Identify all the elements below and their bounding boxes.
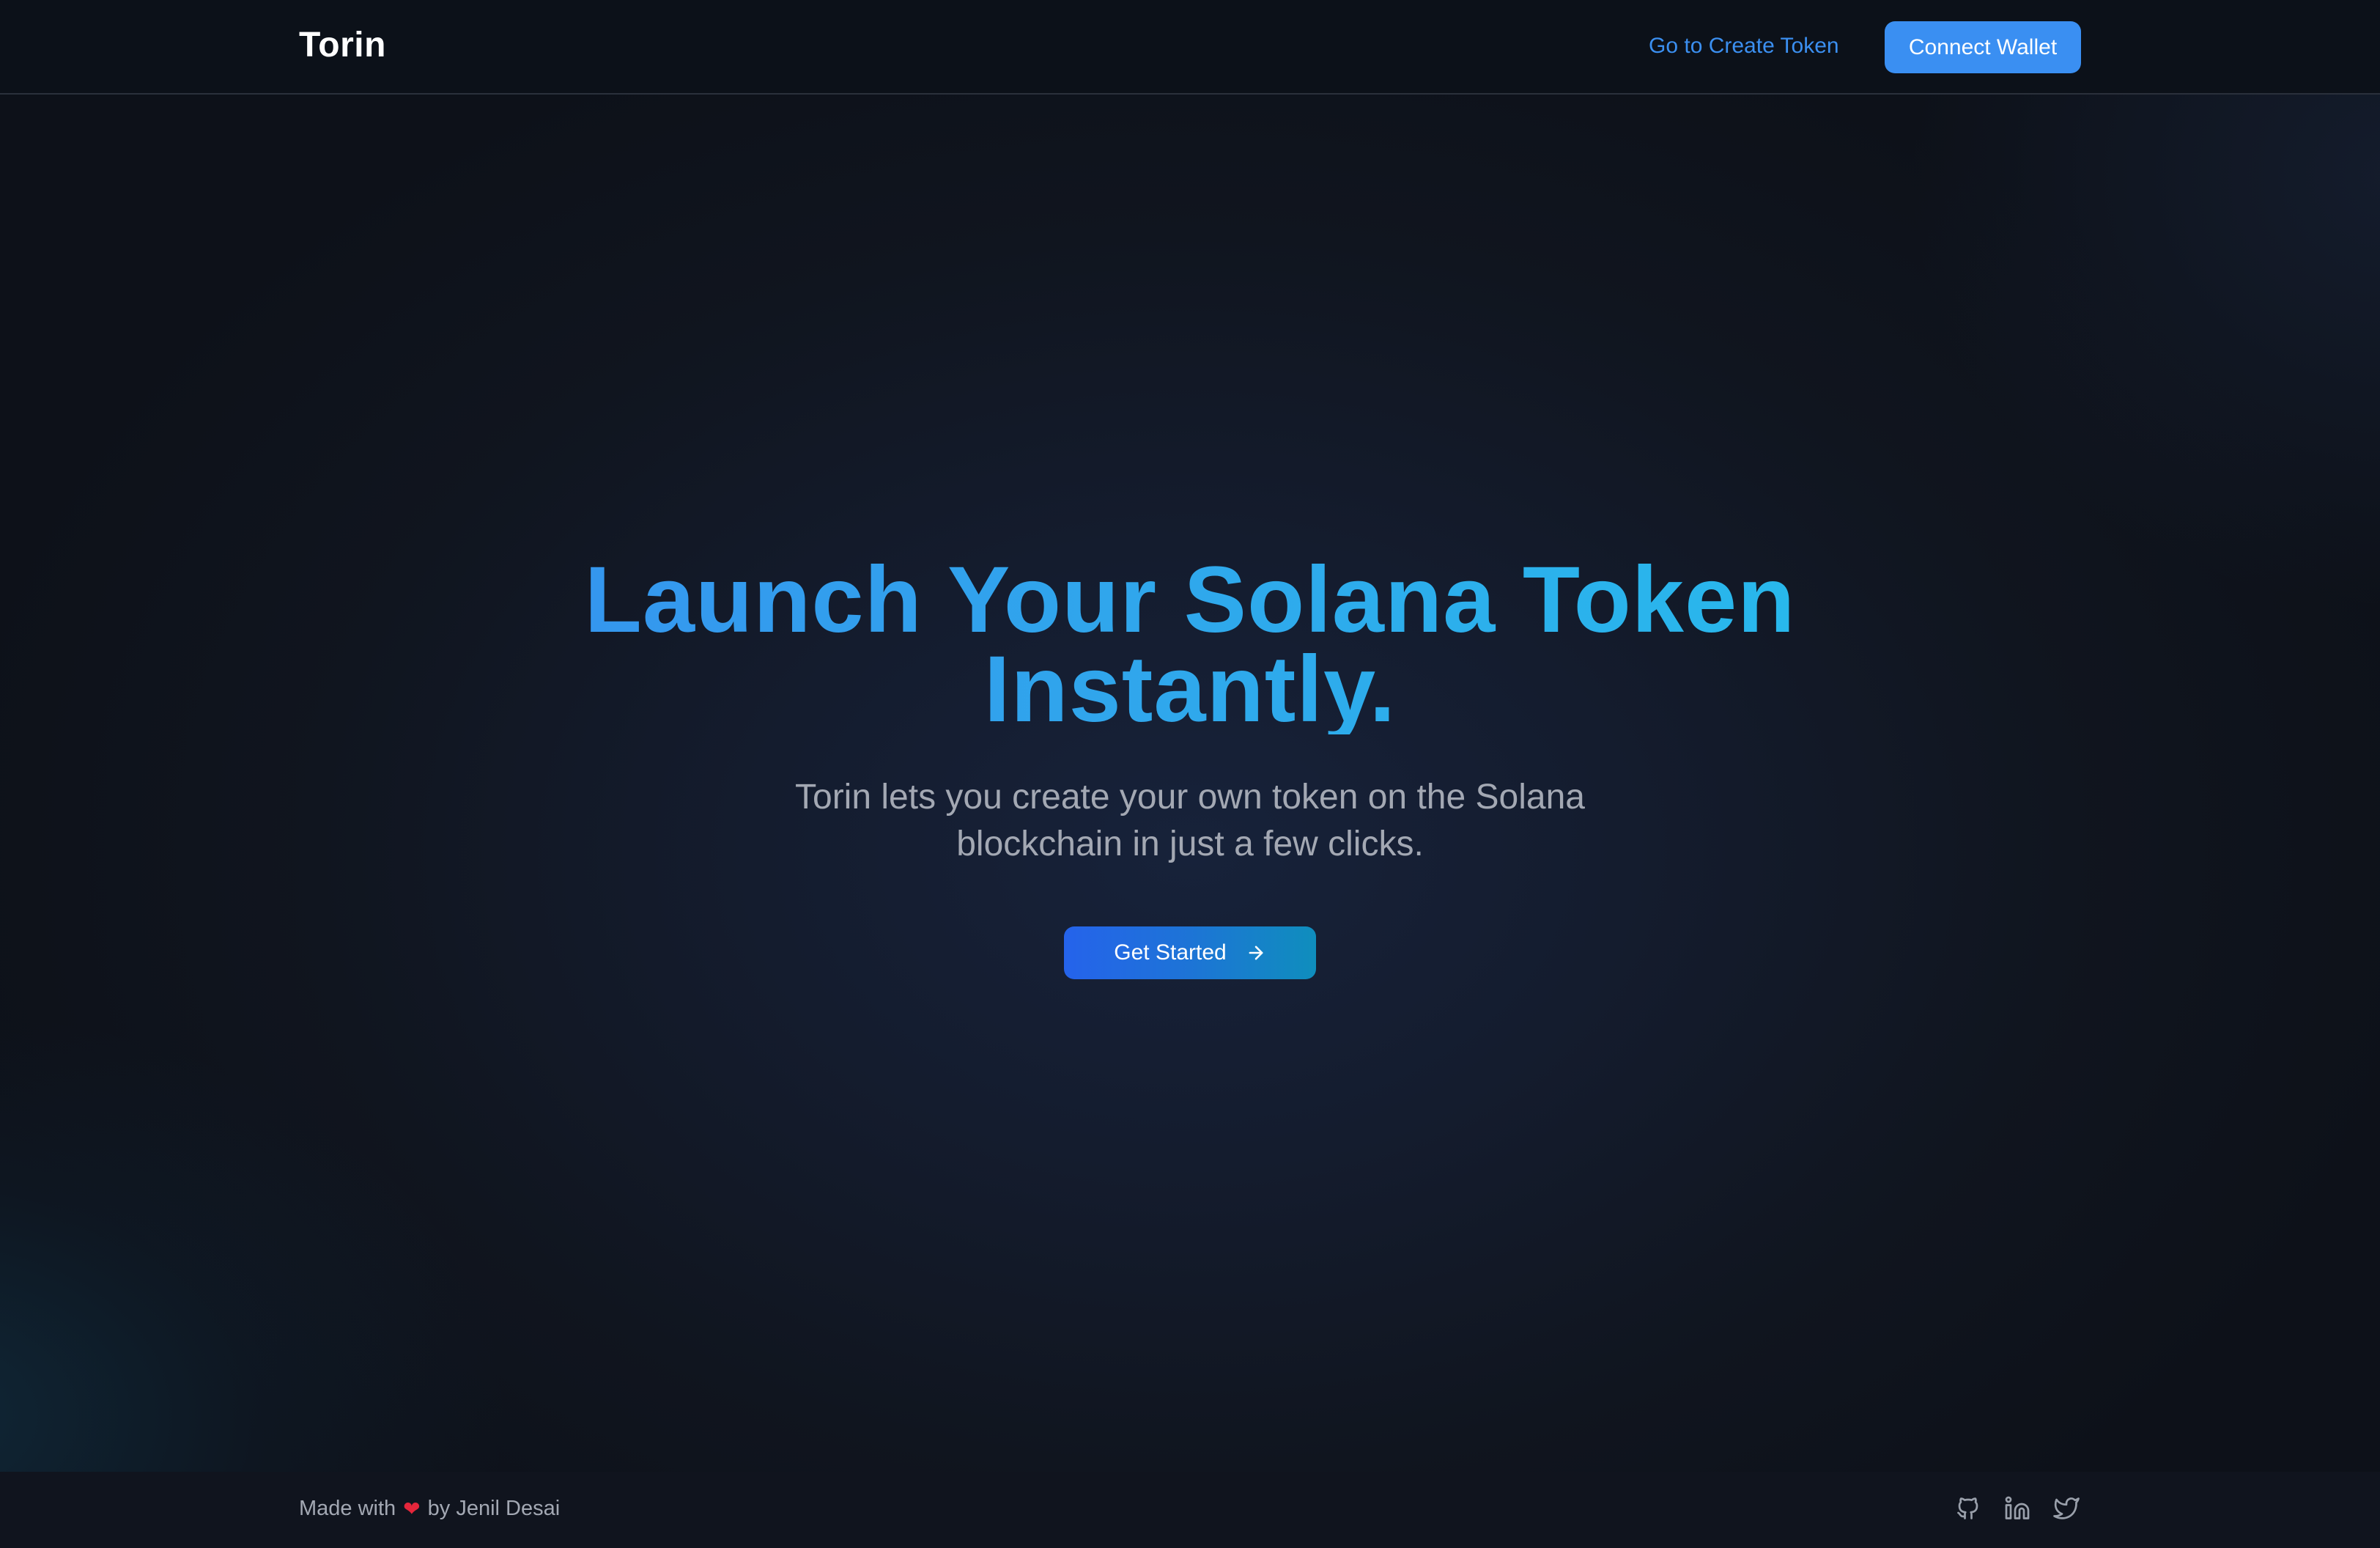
heart-icon: ❤: [403, 1497, 421, 1520]
twitter-link[interactable]: [2049, 1491, 2084, 1526]
create-token-link[interactable]: Go to Create Token: [1649, 34, 1839, 59]
hero-subtitle-line: blockchain in just a few clicks.: [956, 825, 1424, 863]
brand-logo[interactable]: Torin: [299, 25, 386, 65]
landing-page: Torin Go to Create Token Connect Wallet …: [0, 0, 2380, 1548]
background-glow: [0, 1006, 513, 1519]
hero-title: Launch Your Solana Token Instantly.: [0, 556, 2380, 734]
github-link[interactable]: [1951, 1491, 1986, 1526]
hero-title-line: Instantly.: [983, 637, 1397, 742]
footer-author: by Jenil Desai: [427, 1497, 561, 1520]
linkedin-link[interactable]: [2000, 1491, 2035, 1526]
footer-credit: Made with ❤ by Jenil Desai: [299, 1497, 560, 1521]
twitter-icon: [2053, 1497, 2080, 1519]
linkedin-icon: [2005, 1496, 2030, 1519]
hero-title-line: Launch Your Solana Token: [584, 548, 1796, 652]
footer-made-with: Made with: [299, 1497, 396, 1520]
connect-wallet-button[interactable]: Connect Wallet: [1885, 21, 2081, 73]
hero-subtitle: Torin lets you create your own token on …: [0, 774, 2380, 868]
github-icon: [1957, 1497, 1978, 1519]
get-started-button[interactable]: Get Started: [1064, 926, 1316, 979]
arrow-right-icon: [1249, 946, 1263, 960]
footer: Made with ❤ by Jenil Desai: [0, 1472, 2380, 1548]
hero-subtitle-line: Torin lets you create your own token on …: [795, 778, 1585, 817]
top-navbar: Torin Go to Create Token Connect Wallet: [0, 0, 2380, 95]
get-started-label: Get Started: [1114, 940, 1227, 965]
